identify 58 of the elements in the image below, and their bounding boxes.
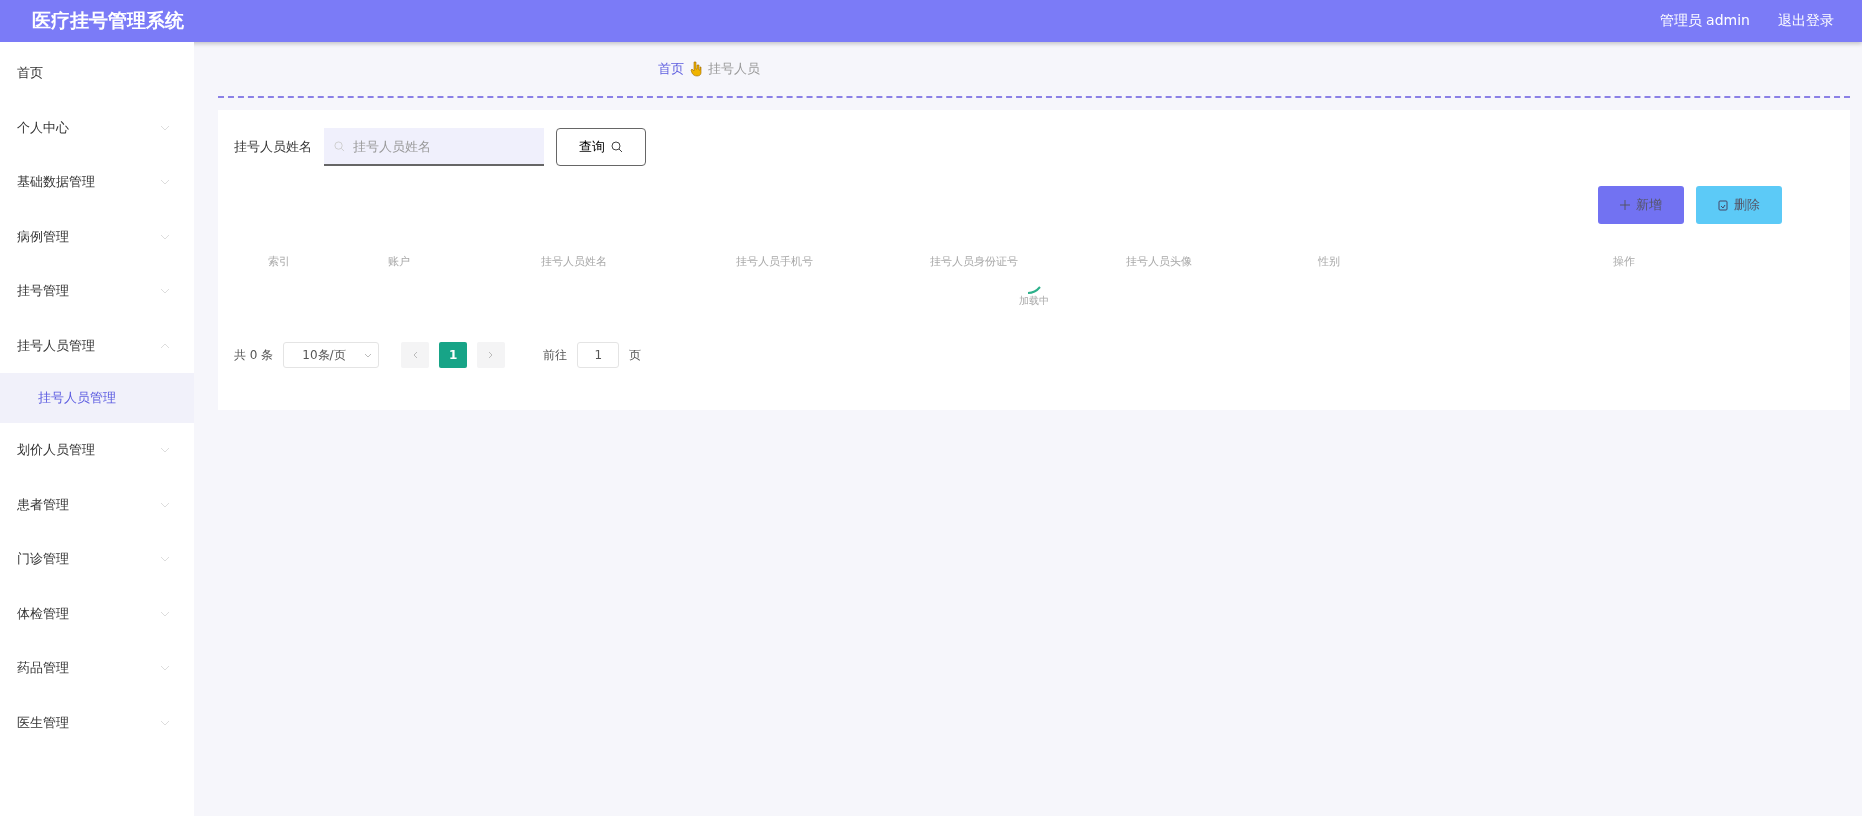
menu-item[interactable]: 患者管理 xyxy=(0,477,194,532)
search-icon xyxy=(611,141,623,153)
page-suffix: 页 xyxy=(629,346,642,364)
chevron-icon xyxy=(160,124,170,131)
chevron-icon xyxy=(160,610,170,617)
page-size-select[interactable]: 10条/页 xyxy=(283,342,380,368)
breadcrumb-link[interactable]: 首页 xyxy=(658,60,684,78)
app-title: 医疗挂号管理系统 xyxy=(32,8,184,33)
total-count: 共 0 条 xyxy=(234,346,274,364)
left-chevron-icon xyxy=(412,351,419,359)
caret-icon xyxy=(364,352,373,358)
submenu-item[interactable]: 挂号人员管理 xyxy=(0,373,194,423)
field-label: 挂号人员姓名 xyxy=(234,138,312,156)
breadcrumb-current: 挂号人员 xyxy=(708,60,760,78)
menu-item[interactable]: 体检管理 xyxy=(0,586,194,641)
search-input[interactable]: 挂号人员姓名 xyxy=(350,137,534,155)
column-header: 性别 xyxy=(1317,253,1341,269)
chevron-icon xyxy=(160,233,170,240)
column-header: 挂号人员手机号 xyxy=(734,253,814,269)
search-button[interactable]: 查询 xyxy=(556,128,646,166)
column-header: 挂号人员姓名 xyxy=(540,253,608,269)
menu-item[interactable]: 药品管理 xyxy=(0,641,194,696)
loading-text: 加载中 xyxy=(1019,294,1049,308)
chevron-icon xyxy=(160,556,170,563)
page-input[interactable]: 1 xyxy=(577,342,620,368)
menu-item[interactable]: 门诊管理 xyxy=(0,532,194,587)
chevron-icon xyxy=(160,288,170,295)
chevron-icon xyxy=(160,179,170,186)
search-field[interactable]: 挂号人员姓名 xyxy=(324,128,544,166)
right-chevron-icon xyxy=(488,351,495,359)
clipboard-icon xyxy=(1718,199,1728,211)
menu-item[interactable]: 首页 xyxy=(0,46,194,101)
chevron-icon xyxy=(160,719,170,726)
chevron-icon xyxy=(160,665,170,672)
column-header: 索引 xyxy=(267,253,291,269)
menu-item[interactable]: 医生管理 xyxy=(0,695,194,750)
column-header: 挂号人员头像 xyxy=(1125,253,1193,269)
spinner-icon xyxy=(1027,286,1041,294)
search-icon xyxy=(334,140,345,152)
user-name: 管理员 admin xyxy=(1659,12,1750,30)
chevron-icon xyxy=(160,501,170,508)
menu-item[interactable]: 病例管理 xyxy=(0,209,194,264)
plus-icon xyxy=(1620,200,1630,210)
next-page-button[interactable] xyxy=(477,342,506,368)
chevron-icon xyxy=(160,447,170,454)
column-header: 账户 xyxy=(387,253,411,269)
menu-item[interactable]: 挂号人员管理 xyxy=(0,318,194,373)
delete-button[interactable]: 删除 xyxy=(1696,186,1782,224)
chevron-icon xyxy=(160,342,170,349)
menu-item[interactable]: 挂号管理 xyxy=(0,264,194,319)
previous-page-button[interactable] xyxy=(401,342,430,368)
hand-icon xyxy=(690,61,702,77)
menu-item[interactable]: 划价人员管理 xyxy=(0,423,194,478)
menu-item[interactable]: 基础数据管理 xyxy=(0,155,194,210)
menu-item[interactable]: 个人中心 xyxy=(0,100,194,155)
column-header: 挂号人员身份证号 xyxy=(929,253,1019,269)
column-header: 操作 xyxy=(1612,253,1636,269)
goto-label: 前往 xyxy=(543,346,568,364)
